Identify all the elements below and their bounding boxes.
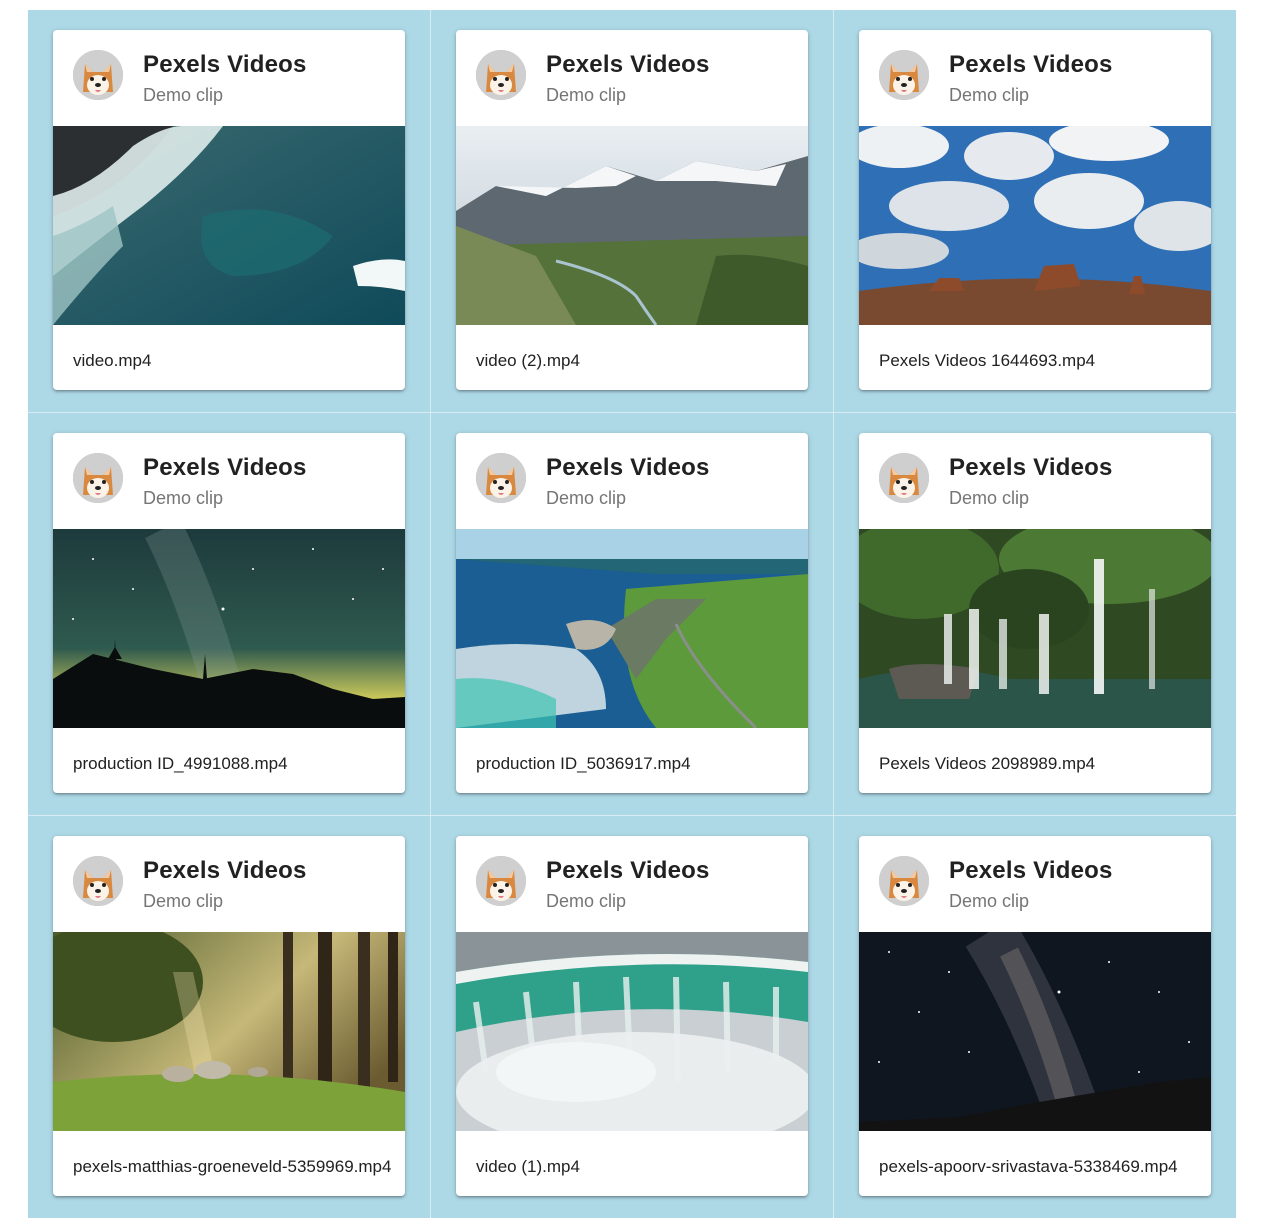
- shiba-dog-avatar-icon: [73, 856, 123, 906]
- shiba-dog-avatar-icon: [73, 50, 123, 100]
- channel-title: Pexels Videos: [143, 51, 307, 78]
- video-filename: video (2).mp4: [476, 351, 580, 370]
- channel-subtitle: Demo clip: [143, 891, 224, 911]
- video-card[interactable]: Pexels Videos Demo clip pexels-apoorv-sr…: [859, 836, 1211, 1196]
- video-thumbnail[interactable]: [859, 932, 1211, 1131]
- video-thumbnail[interactable]: [456, 529, 808, 728]
- channel-title: Pexels Videos: [546, 454, 710, 481]
- shiba-dog-avatar-icon: [73, 453, 123, 503]
- card-header: Pexels Videos Demo clip: [859, 30, 1211, 126]
- card-header: Pexels Videos Demo clip: [859, 433, 1211, 529]
- video-card[interactable]: Pexels Videos Demo clip video (2).mp4: [456, 30, 808, 390]
- video-filename: Pexels Videos 1644693.mp4: [879, 351, 1096, 370]
- grid-cell: Pexels Videos Demo clip video (2).mp4: [431, 10, 833, 412]
- grid-cell: Pexels Videos Demo clip: [28, 816, 430, 1218]
- video-grid: Pexels Videos Demo clip video.mp4 Pexels…: [28, 10, 1236, 1218]
- video-card[interactable]: Pexels Videos Demo clip video (1).mp4: [456, 836, 808, 1196]
- channel-subtitle: Demo clip: [949, 488, 1030, 508]
- video-filename: pexels-apoorv-srivastava-5338469.mp4: [879, 1157, 1178, 1176]
- card-header: Pexels Videos Demo clip: [53, 433, 405, 529]
- card-header: Pexels Videos Demo clip: [456, 836, 808, 932]
- card-header: Pexels Videos Demo clip: [53, 30, 405, 126]
- channel-subtitle: Demo clip: [546, 891, 627, 911]
- card-header: Pexels Videos Demo clip: [456, 433, 808, 529]
- video-filename: video.mp4: [73, 351, 152, 370]
- video-card[interactable]: Pexels Videos Demo clip production ID_49…: [53, 433, 405, 793]
- grid-cell: Pexels Videos Demo clip production ID_50…: [431, 413, 833, 815]
- channel-title: Pexels Videos: [546, 857, 710, 884]
- channel-subtitle: Demo clip: [546, 85, 627, 105]
- channel-subtitle: Demo clip: [143, 488, 224, 508]
- channel-title: Pexels Videos: [949, 857, 1113, 884]
- video-thumbnail[interactable]: [456, 126, 808, 325]
- shiba-dog-avatar-icon: [879, 453, 929, 503]
- grid-cell: Pexels Videos Demo clip production ID_49…: [28, 413, 430, 815]
- shiba-dog-avatar-icon: [476, 453, 526, 503]
- video-filename: pexels-matthias-groeneveld-5359969.mp4: [73, 1157, 392, 1176]
- video-card[interactable]: Pexels Videos Demo clip production ID_50…: [456, 433, 808, 793]
- channel-subtitle: Demo clip: [546, 488, 627, 508]
- channel-subtitle: Demo clip: [143, 85, 224, 105]
- channel-subtitle: Demo clip: [949, 85, 1030, 105]
- grid-cell: Pexels Videos Demo clip video.mp4: [28, 10, 430, 412]
- video-thumbnail[interactable]: [859, 529, 1211, 728]
- shiba-dog-avatar-icon: [879, 856, 929, 906]
- shiba-dog-avatar-icon: [879, 50, 929, 100]
- video-card[interactable]: Pexels Videos Demo clip: [53, 836, 405, 1196]
- channel-title: Pexels Videos: [143, 454, 307, 481]
- video-thumbnail[interactable]: [859, 126, 1211, 325]
- channel-title: Pexels Videos: [949, 454, 1113, 481]
- card-header: Pexels Videos Demo clip: [859, 836, 1211, 932]
- shiba-dog-avatar-icon: [476, 856, 526, 906]
- video-filename: Pexels Videos 2098989.mp4: [879, 754, 1096, 773]
- grid-cell: Pexels Videos Demo clip pexels-apoorv-sr…: [834, 816, 1236, 1218]
- shiba-dog-avatar-icon: [476, 50, 526, 100]
- grid-cell: Pexels Videos Demo clip video (1).mp4: [431, 816, 833, 1218]
- video-card[interactable]: Pexels Videos Demo clip: [859, 433, 1211, 793]
- video-card[interactable]: Pexels Videos Demo clip: [859, 30, 1211, 390]
- video-filename: production ID_4991088.mp4: [73, 754, 288, 773]
- video-thumbnail[interactable]: [53, 932, 405, 1131]
- video-thumbnail[interactable]: [53, 529, 405, 728]
- video-thumbnail[interactable]: [53, 126, 405, 325]
- video-thumbnail[interactable]: [456, 932, 808, 1131]
- video-card[interactable]: Pexels Videos Demo clip video.mp4: [53, 30, 405, 390]
- channel-title: Pexels Videos: [546, 51, 710, 78]
- channel-title: Pexels Videos: [949, 51, 1113, 78]
- card-header: Pexels Videos Demo clip: [53, 836, 405, 932]
- video-filename: production ID_5036917.mp4: [476, 754, 691, 773]
- grid-cell: Pexels Videos Demo clip: [834, 413, 1236, 815]
- channel-title: Pexels Videos: [143, 857, 307, 884]
- grid-cell: Pexels Videos Demo clip: [834, 10, 1236, 412]
- card-header: Pexels Videos Demo clip: [456, 30, 808, 126]
- channel-subtitle: Demo clip: [949, 891, 1030, 911]
- video-filename: video (1).mp4: [476, 1157, 580, 1176]
